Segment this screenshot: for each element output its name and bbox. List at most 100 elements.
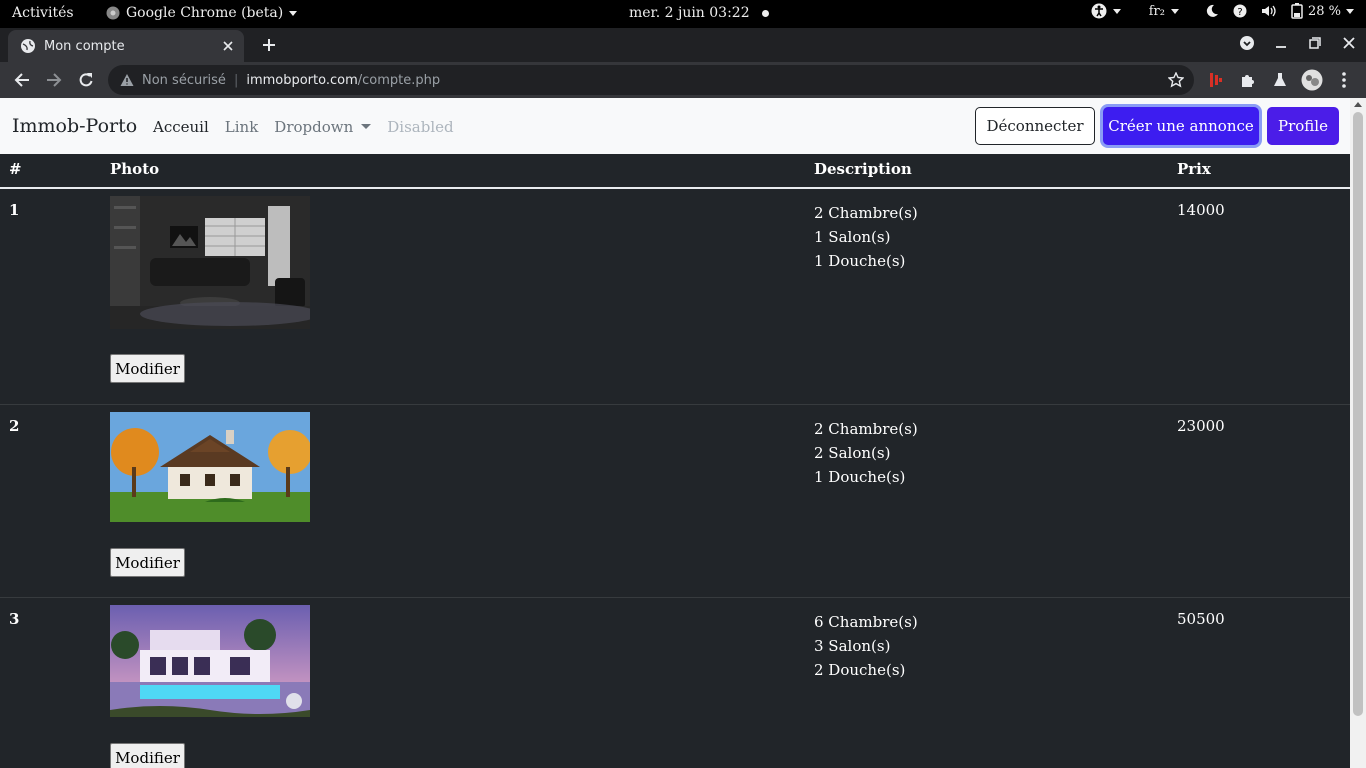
bookmark-star-icon[interactable] [1168,72,1184,88]
bedrooms-text: 6 Chambre(s) [814,613,918,631]
clock-label: mer. 2 juin 03:22 [629,5,750,21]
showers-text: 1 Douche(s) [814,468,906,486]
living-room-image [110,196,310,329]
row-description: 2 Chambre(s) 1 Salon(s) 1 Douche(s) [814,201,918,273]
close-icon [1343,37,1355,49]
notification-dot-icon [761,9,769,17]
volume-icon [1261,5,1276,17]
nav-link-disabled: Disabled [387,118,454,136]
page-scrollbar[interactable] [1350,98,1366,768]
table-header: # Photo Description Prix [0,154,1350,189]
chrome-beta-icon [106,6,120,20]
nav-dropdown-label: Dropdown [274,118,354,136]
system-tray[interactable]: fr₂ ? 28 % [1091,3,1354,19]
url-separator: | [233,72,239,88]
row-price: 23000 [1177,417,1225,435]
warning-icon [120,74,134,86]
svg-text:?: ? [1237,7,1242,18]
tab-search-icon [1240,36,1254,50]
create-listing-button[interactable]: Créer une annonce [1103,107,1259,145]
scrollbar-thumb[interactable] [1353,112,1363,716]
chevron-down-icon [289,10,298,16]
row-description: 6 Chambre(s) 3 Salon(s) 2 Douche(s) [814,610,918,682]
row-price: 50500 [1177,610,1225,628]
nav-links: Acceuil Link Dropdown Disabled [153,118,454,136]
browser-toolbar: Non sécurisé | immobporto.com /compte.ph… [0,62,1366,98]
app-menu[interactable]: Google Chrome (beta) [106,5,298,21]
chrome-menu-button[interactable] [1332,68,1356,92]
tab-strip: Mon compte [0,28,1366,62]
row-description: 2 Chambre(s) 2 Salon(s) 1 Douche(s) [814,417,918,489]
system-top-bar: Activités Google Chrome (beta) mer. 2 ju… [0,0,1366,28]
kebab-menu-icon [1342,72,1346,88]
row-number: 2 [9,417,20,435]
site-navbar: Immob-Porto Acceuil Link Dropdown Disabl… [0,98,1350,154]
tab-search-button[interactable] [1238,34,1256,52]
row-number: 3 [9,610,20,628]
tab-mon-compte[interactable]: Mon compte [8,30,244,62]
bedrooms-text: 2 Chambre(s) [814,420,918,438]
minimize-button[interactable] [1272,34,1290,52]
clock[interactable]: mer. 2 juin 03:22 [629,5,769,21]
flask-icon [1274,73,1286,86]
night-light-icon [1206,4,1218,17]
battery-percent: 28 % [1307,3,1341,19]
living-rooms-text: 2 Salon(s) [814,444,891,462]
chalet-house-image [110,412,310,522]
restore-icon [1309,37,1321,49]
showers-text: 1 Douche(s) [814,252,906,270]
chevron-down-icon [1170,8,1179,14]
accessibility-menu[interactable] [1091,3,1121,19]
avatar-icon [1301,69,1323,91]
address-bar[interactable]: Non sécurisé | immobporto.com /compte.ph… [108,65,1194,95]
accessibility-icon [1091,3,1107,19]
table-row: 1 2 Chambre(s) 1 Salon(s) 1 Douche(s) 14… [0,189,1350,405]
minimize-icon [1276,46,1286,48]
plus-icon [263,39,275,51]
extensions-menu-button[interactable] [1236,68,1260,92]
close-window-button[interactable] [1340,34,1358,52]
profile-avatar-button[interactable] [1300,68,1324,92]
brand-link[interactable]: Immob-Porto [12,115,137,137]
forward-button[interactable] [43,69,65,91]
tab-title: Mon compte [44,38,125,54]
battery-icon [1291,3,1303,19]
profile-button[interactable]: Profile [1267,107,1339,145]
labs-button[interactable] [1268,68,1292,92]
bedrooms-text: 2 Chambre(s) [814,204,918,222]
nav-link-acceuil[interactable]: Acceuil [153,118,209,136]
chevron-down-icon [1346,8,1354,14]
reload-icon [79,73,93,87]
new-tab-button[interactable] [258,34,280,56]
puzzle-icon [1242,75,1254,87]
app-menu-label: Google Chrome (beta) [126,5,284,21]
nav-dropdown[interactable]: Dropdown [274,118,372,136]
globe-icon [21,39,35,53]
power-menu[interactable]: 28 % [1291,3,1354,19]
url-host: immobporto.com [246,72,358,88]
extension-red-icon [1210,73,1222,87]
scroll-up-arrow-icon[interactable] [1354,102,1362,107]
keyboard-layout-label: fr₂ [1148,3,1165,19]
row-price: 14000 [1177,201,1225,219]
caret-down-icon [361,124,372,129]
listings-table: # Photo Description Prix 1 2 Chambre(s) … [0,154,1350,768]
logout-button[interactable]: Déconnecter [975,107,1095,145]
modify-button[interactable]: Modifier [110,354,185,383]
close-tab-icon[interactable] [220,38,236,54]
header-photo: Photo [110,160,160,178]
table-row: 2 2 Chambre(s) 2 Salon(s) 1 Douche(s) 23… [0,405,1350,598]
restore-button[interactable] [1306,34,1324,52]
nav-link-link[interactable]: Link [225,118,259,136]
modify-button[interactable]: Modifier [110,743,185,768]
back-button[interactable] [11,69,33,91]
activities-button[interactable]: Activités [12,5,74,21]
reload-button[interactable] [75,69,97,91]
extension-button[interactable] [1204,68,1228,92]
keyboard-layout-menu[interactable]: fr₂ [1149,4,1179,19]
arrow-right-icon [47,73,62,87]
modern-villa-pool-image [110,605,310,717]
modify-button[interactable]: Modifier [110,548,185,577]
arrow-left-icon [14,73,29,87]
security-label[interactable]: Non sécurisé [142,73,226,88]
